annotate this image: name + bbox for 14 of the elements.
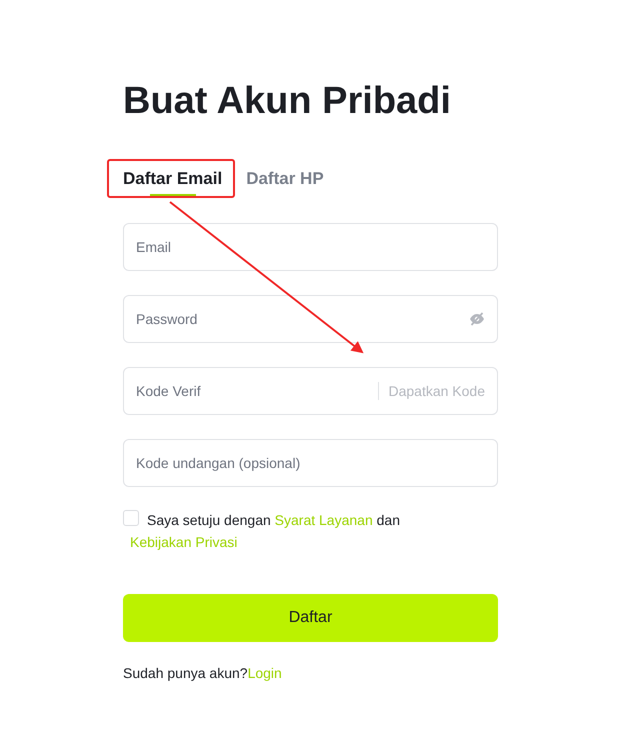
privacy-link[interactable]: Kebijakan Privasi bbox=[130, 534, 238, 550]
login-link[interactable]: Login bbox=[248, 665, 282, 681]
input-field[interactable]: Password bbox=[123, 295, 498, 343]
tab[interactable]: Daftar HP bbox=[246, 161, 324, 197]
tab[interactable]: Daftar Email bbox=[123, 161, 222, 197]
input-field[interactable]: Kode undangan (opsional) bbox=[123, 439, 498, 487]
input-field[interactable]: Email bbox=[123, 223, 498, 271]
get-code-button[interactable]: Dapatkan Kode bbox=[378, 382, 485, 400]
footer-text: Sudah punya akun? bbox=[123, 665, 248, 681]
page-title: Buat Akun Pribadi bbox=[123, 79, 452, 124]
checkbox[interactable] bbox=[123, 510, 139, 526]
terms-link[interactable]: Syarat Layanan bbox=[274, 512, 373, 528]
submit-button[interactable]: Daftar bbox=[123, 594, 498, 642]
eye-slash-icon[interactable] bbox=[469, 312, 485, 326]
